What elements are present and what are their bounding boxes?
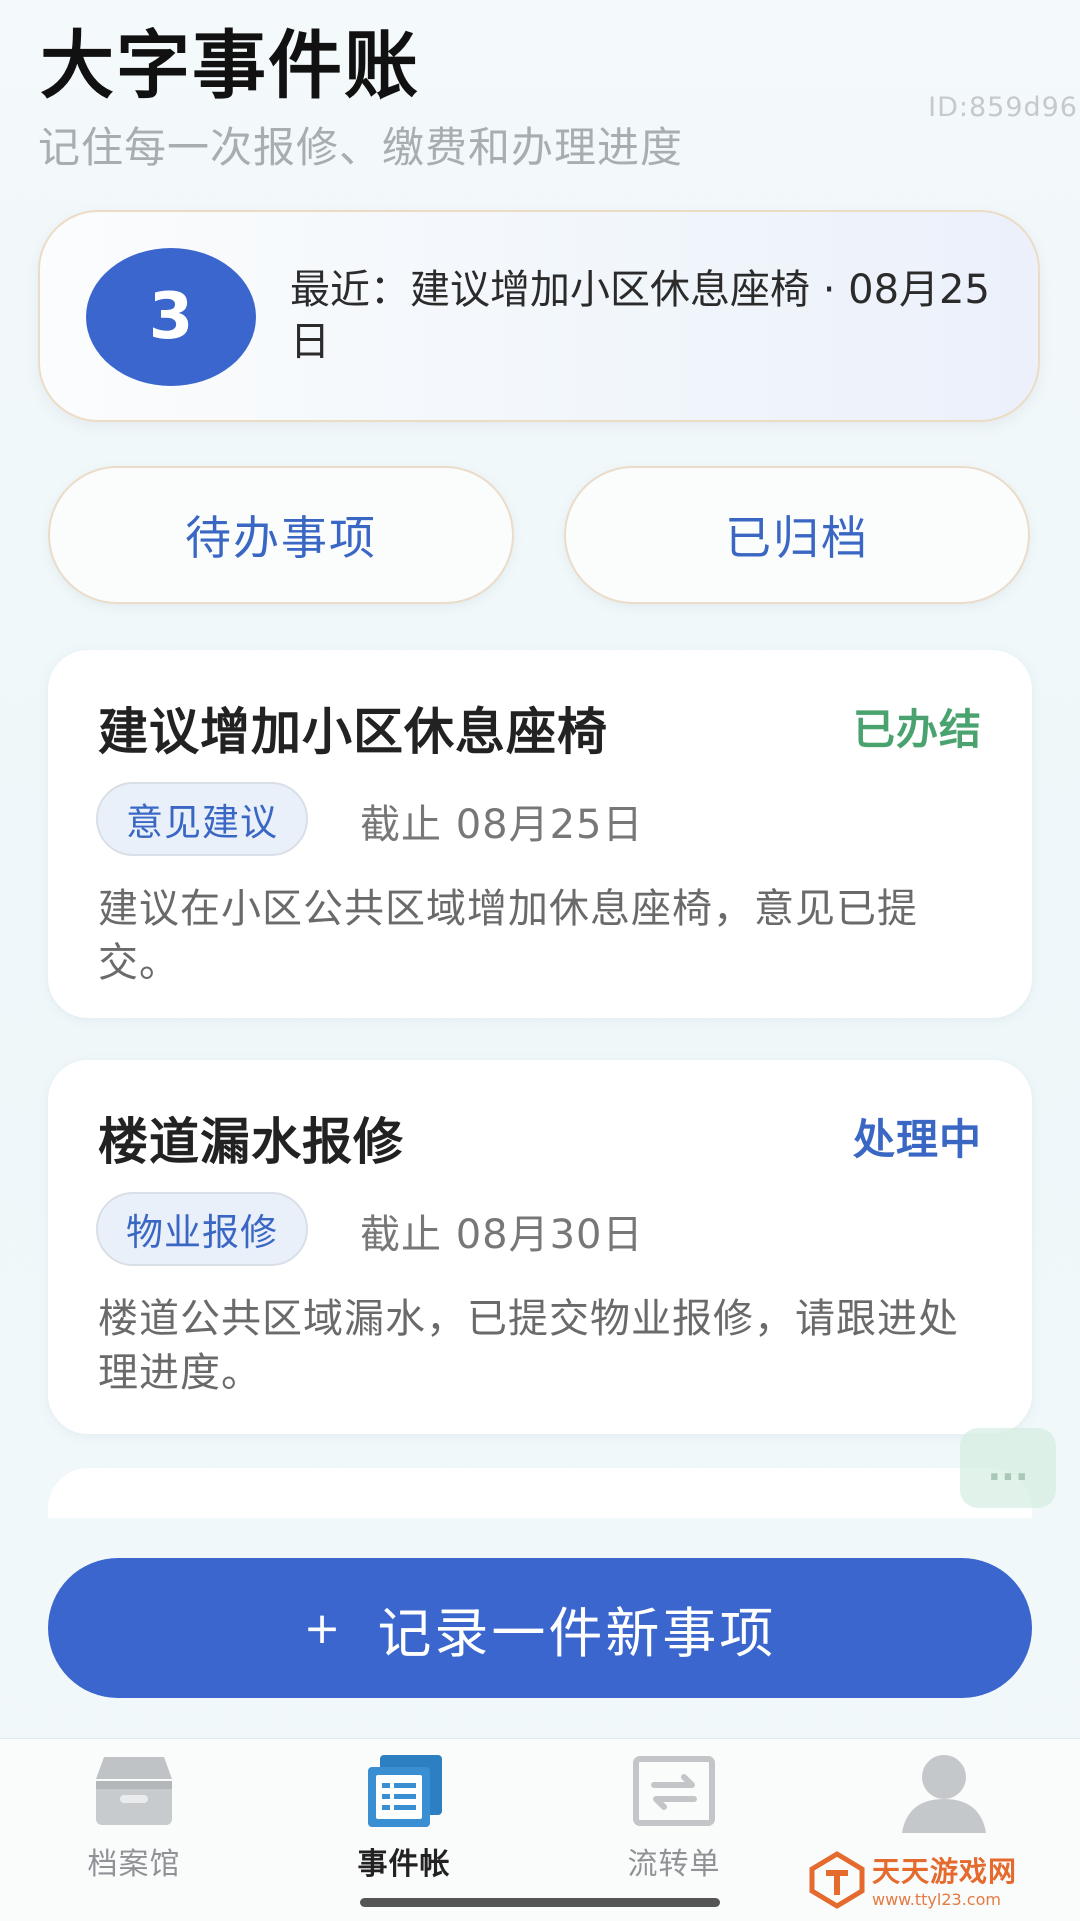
event-status: 已办结	[852, 705, 982, 754]
event-title: 楼道漏水报修	[98, 1113, 404, 1171]
event-category-tag: 意见建议	[96, 782, 308, 856]
event-card[interactable]: 楼道漏水报修 处理中 物业报修 截止 08月30日 楼道公共区域漏水，已提交物业…	[48, 1060, 1032, 1434]
watermark-url: www.ttyl23.com	[872, 1890, 1001, 1909]
watermark-logo-icon	[809, 1850, 865, 1909]
plus-icon: +	[303, 1602, 344, 1654]
nav-label-archive: 档案馆	[87, 1847, 181, 1882]
ledger-icon	[368, 1755, 442, 1827]
summary-card[interactable]: 3 最近：建议增加小区休息座椅 · 08月25日	[38, 210, 1040, 422]
tab-pending[interactable]: 待办事项	[48, 466, 514, 604]
event-category-tag: 物业报修	[96, 1192, 308, 1266]
event-card-partial[interactable]	[48, 1468, 1032, 1518]
add-event-button[interactable]: + 记录一件新事项	[48, 1558, 1032, 1698]
nav-item-archive[interactable]: 档案馆	[34, 1749, 234, 1889]
nav-item-transfer[interactable]: 流转单	[574, 1749, 774, 1889]
nav-label-ledger: 事件帐	[357, 1847, 451, 1882]
archive-box-icon	[96, 1757, 172, 1825]
user-avatar-icon	[902, 1755, 986, 1833]
tab-archived[interactable]: 已归档	[564, 466, 1030, 604]
event-status: 处理中	[852, 1115, 982, 1164]
watermark-text: 天天游戏网	[872, 1855, 1018, 1888]
user-id-label: ID:859d96	[928, 92, 1078, 123]
more-button[interactable]: ...	[960, 1428, 1056, 1508]
nav-label-transfer: 流转单	[627, 1847, 721, 1882]
more-dots-icon: ...	[987, 1447, 1029, 1489]
transfer-arrows-icon	[633, 1756, 715, 1826]
recent-event-summary: 最近：建议增加小区休息座椅 · 08月25日	[290, 267, 990, 365]
home-indicator[interactable]	[360, 1898, 720, 1907]
event-description: 建议在小区公共区域增加休息座椅，意见已提交。	[98, 886, 918, 986]
event-deadline: 截止 08月30日	[360, 1212, 644, 1258]
event-count-badge: 3	[86, 248, 256, 386]
event-card[interactable]: 建议增加小区休息座椅 已办结 意见建议 截止 08月25日 建议在小区公共区域增…	[48, 650, 1032, 1018]
watermark: 天天游戏网 www.ttyl23.com	[808, 1850, 1017, 1909]
event-deadline: 截止 08月25日	[360, 802, 644, 848]
event-title: 建议增加小区休息座椅	[98, 703, 608, 761]
page-subtitle: 记住每一次报修、缴费和办理进度	[38, 123, 684, 172]
page-title: 大字事件账	[40, 23, 420, 109]
event-description: 楼道公共区域漏水，已提交物业报修，请跟进处理进度。	[98, 1296, 959, 1396]
nav-item-ledger[interactable]: 事件帐	[304, 1749, 504, 1889]
add-event-label: 记录一件新事项	[377, 1601, 777, 1665]
